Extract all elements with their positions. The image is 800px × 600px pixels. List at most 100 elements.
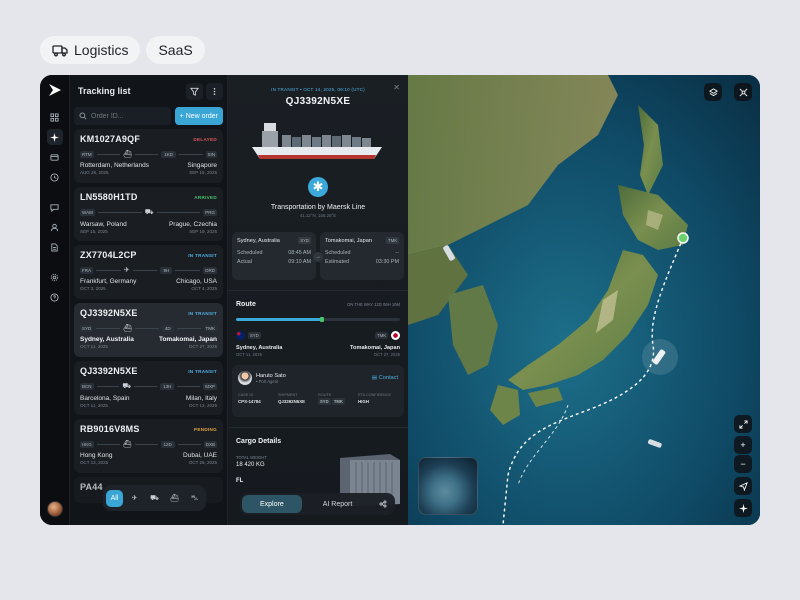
route-title: Route: [236, 301, 256, 308]
more-button[interactable]: [206, 82, 223, 100]
route-position-marker: [319, 317, 324, 322]
to-code: SIN: [205, 150, 218, 158]
from-city: Barcelona, Spain: [80, 395, 130, 402]
filter-van-button[interactable]: ⛍: [186, 490, 203, 507]
route-dash: [176, 327, 201, 329]
origin-actual-time: 09:10 AM: [288, 259, 311, 265]
tag-saas: SaaS: [146, 36, 205, 64]
route-dash: [156, 212, 201, 213]
to-code: ORD: [202, 266, 217, 274]
agent-name: Haruto Sato: [256, 372, 286, 379]
tag-pills: Logistics SaaS: [40, 36, 205, 64]
order-card[interactable]: QJ3392N5XE IN TRANSIT SYD ⛴ 4D TMK Sydne…: [74, 303, 223, 357]
navigate-icon: [738, 481, 748, 491]
tracking-icon[interactable]: [46, 129, 63, 145]
avatar[interactable]: [46, 501, 63, 517]
arrow-right-icon: →: [313, 252, 323, 262]
ship-icon: ⛴: [123, 325, 133, 332]
clock-icon[interactable]: [47, 169, 63, 185]
compass-button[interactable]: [734, 499, 752, 517]
schedule-legs: Sydney, Australia SYD Scheduled 08:45 AM A…: [232, 232, 404, 280]
from-city: Frankfurt, Germany: [80, 278, 137, 285]
globe-thumbnail[interactable]: [418, 457, 478, 515]
order-card[interactable]: RB9016V8MS PENDING HKG ⛴ 12D DXB Hong Ko…: [74, 419, 223, 473]
order-card[interactable]: LN5580H1TD ARRIVED WAW ⛟ PRG Warsaw, Pol…: [74, 187, 223, 241]
status-badge: ARRIVED: [194, 194, 217, 200]
from-date: OCT 3, 2025: [80, 286, 106, 291]
ai-report-button[interactable]: AI Report: [305, 495, 371, 513]
tag-label: Logistics: [74, 42, 129, 58]
from-code: WAW: [80, 209, 96, 216]
layers-icon: [708, 87, 718, 96]
duration-chip: 1KD: [161, 150, 177, 158]
duration-chip: 13H: [160, 383, 175, 390]
order-id: KM1027A9QF: [80, 134, 141, 144]
origin-city: Sydney, Australia: [237, 237, 280, 244]
document-icon[interactable]: [47, 239, 63, 255]
to-date: OCT 27, 2025: [188, 344, 217, 349]
close-icon[interactable]: ✕: [393, 83, 400, 92]
order-card[interactable]: QJ3392N5XE IN TRANSIT BCN ⛟ 13H MXP Barc…: [74, 361, 223, 415]
route-dash: [179, 153, 203, 155]
agent-role: • Port Agent: [256, 378, 279, 384]
order-card[interactable]: ZX7704L2CP IN TRANSIT FRA ✈ 9H ORD Frank…: [74, 245, 223, 299]
more-vertical-icon: [213, 87, 216, 95]
to-code: DXB: [203, 440, 217, 448]
navigate-button[interactable]: [734, 477, 752, 495]
route-dash: [98, 212, 142, 213]
new-order-button[interactable]: + New order: [174, 107, 223, 125]
route-to-date: OCT 27, 2025: [373, 352, 400, 357]
estimated-label: Estimated: [325, 259, 349, 265]
zoom-out-button[interactable]: −: [734, 455, 752, 473]
filter-button[interactable]: [186, 82, 203, 100]
from-date: OCT 11, 2025: [80, 403, 108, 408]
filter-all-button[interactable]: All: [106, 489, 123, 507]
ship-icon: ⛴: [122, 441, 132, 448]
shipment-value: QJ3392N5XE: [278, 399, 306, 404]
route-label: ROUTE: [318, 393, 332, 397]
card-icon[interactable]: [47, 149, 63, 165]
to-date: OCT 13, 2025: [188, 403, 217, 408]
to-city: Dubai, UAE: [183, 452, 217, 459]
zoom-in-button[interactable]: +: [734, 436, 752, 454]
expand-button[interactable]: [734, 415, 752, 433]
to-code: PRG: [203, 209, 217, 216]
from-code: RTM: [80, 150, 94, 158]
filter-truck-button[interactable]: ⛟: [146, 490, 163, 507]
tracking-list-title: Tracking list: [78, 86, 131, 96]
share-button[interactable]: [373, 495, 393, 513]
search-input[interactable]: [91, 112, 161, 120]
explore-button[interactable]: Explore: [242, 495, 302, 513]
filter-plane-button[interactable]: ✈: [126, 490, 143, 507]
layers-button[interactable]: [704, 83, 722, 101]
from-city: Rotterdam, Netherlands: [80, 162, 150, 169]
destination-estimated-time: 03:30 PM: [375, 259, 399, 265]
settings-icon[interactable]: [47, 269, 63, 285]
help-icon[interactable]: [47, 289, 63, 305]
order-card[interactable]: KM1027A9QF DELAYED RTM ⛴ 1KD SIN Rotterd…: [74, 129, 223, 183]
chat-icon[interactable]: [47, 199, 63, 215]
to-city: Milan, Italy: [185, 395, 217, 402]
satellite-button[interactable]: [734, 83, 752, 101]
grid-icon[interactable]: [47, 109, 63, 125]
users-icon[interactable]: [47, 219, 63, 235]
order-id: ZX7704L2CP: [80, 250, 137, 260]
zoom-out-icon: −: [740, 459, 746, 469]
to-date: OCT 4, 2025: [191, 286, 217, 291]
status-badge: PENDING: [193, 426, 217, 432]
route-dash: [134, 153, 159, 155]
route-from-date: OCT 11, 2025: [236, 352, 262, 357]
route-dash: [134, 386, 158, 387]
expand-icon: [738, 419, 748, 429]
order-search[interactable]: [74, 107, 171, 125]
map-view[interactable]: + −: [408, 75, 760, 525]
contact-label: Contact: [378, 375, 398, 381]
to-city: Prague, Czechia: [168, 221, 217, 228]
contact-button[interactable]: ▤ Contact: [372, 375, 398, 381]
truck-icon: [52, 45, 68, 57]
to-date: OCT 25, 2025: [188, 460, 217, 465]
filter-ship-button[interactable]: ⛴: [166, 490, 183, 507]
status-badge: DELAYED: [193, 136, 217, 142]
vessel-coordinates: 41.12°N, 155.28°E: [299, 213, 337, 218]
eta-confidence-value: HIGH: [358, 399, 369, 404]
